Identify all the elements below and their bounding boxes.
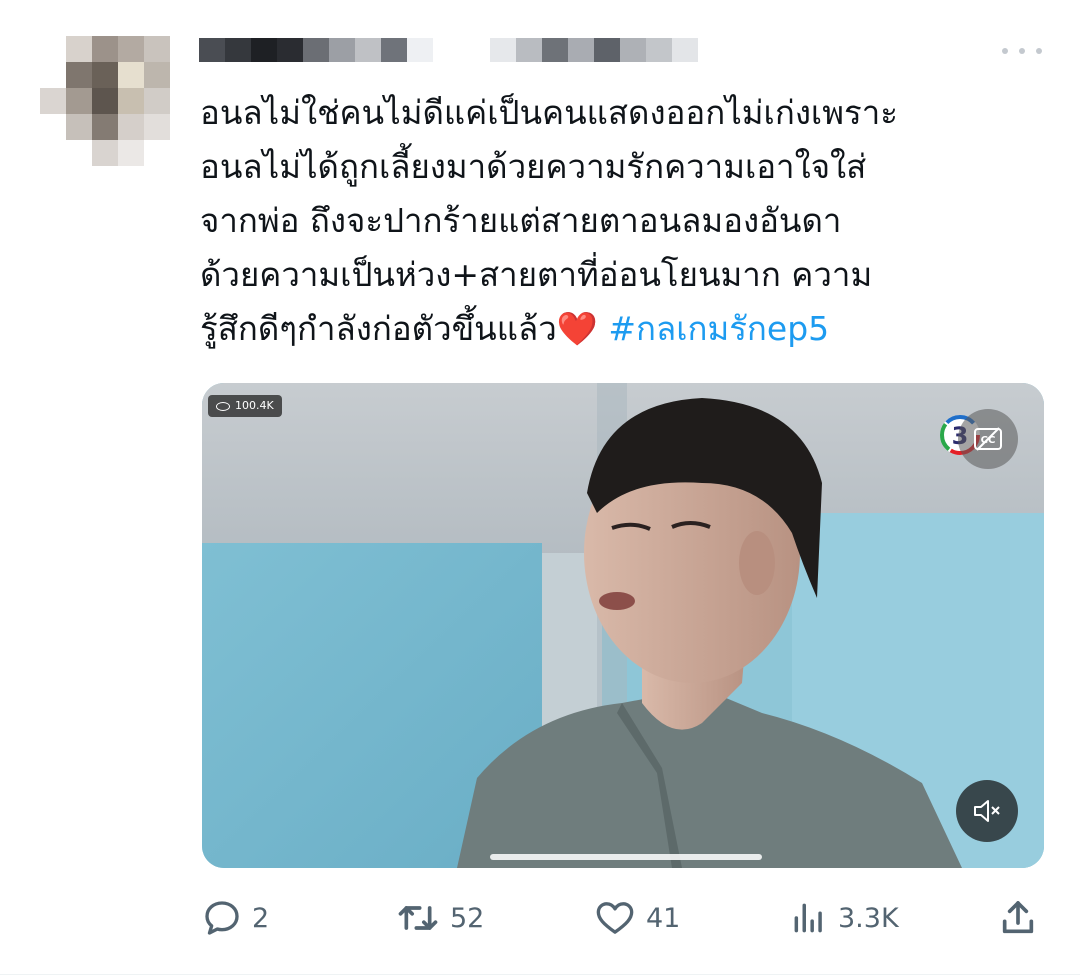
tweet-actions: 2 52 41 3.3K [202, 890, 1048, 946]
eye-icon [216, 401, 230, 411]
retweet-button[interactable]: 52 [396, 890, 484, 946]
dot [1036, 48, 1042, 54]
display-name[interactable] [199, 38, 433, 62]
dot [1019, 48, 1025, 54]
views-badge: 100.4K [208, 395, 282, 417]
tweet-text: อนลไม่ใช่คนไม่ดีแค่เป็นคนแสดงออกไม่เก่งเ… [200, 86, 1060, 356]
user-handle[interactable] [490, 38, 698, 62]
reply-count: 2 [252, 902, 270, 934]
avatar[interactable] [40, 36, 172, 168]
closed-captions-icon: CC [974, 427, 1002, 451]
video-player[interactable]: 100.4K 3 CC [202, 383, 1044, 868]
video-views-count: 100.4K [235, 399, 274, 412]
divider [0, 974, 1080, 975]
tweet-text-line: ด้วยความเป็นห่วง+สายตาที่อ่อนโยนมาก ความ [200, 255, 873, 294]
tweet[interactable]: อนลไม่ใช่คนไม่ดีแค่เป็นคนแสดงออกไม่เก่งเ… [0, 0, 1080, 978]
bar-chart-icon [794, 903, 822, 933]
mute-button[interactable] [956, 780, 1018, 842]
share-button[interactable] [998, 890, 1038, 946]
tweet-text-line-end: รู้สึกดีๆกำลังก่อตัวขึ้นแล้ว [200, 309, 557, 348]
retweet-count: 52 [450, 902, 485, 934]
dot [1002, 48, 1008, 54]
volume-muted-icon [974, 800, 1000, 822]
like-count: 41 [646, 902, 681, 934]
heart-icon [596, 902, 634, 934]
views-button[interactable]: 3.3K [790, 890, 899, 946]
like-button[interactable]: 41 [594, 890, 680, 946]
video-progress-bar[interactable] [490, 854, 762, 860]
share-icon [1002, 901, 1034, 934]
tweet-text-line: อนลไม่ได้ถูกเลี้ยงมาด้วยความรักความเอาใจ… [200, 147, 867, 186]
tweet-text-line: รู้สึกดีๆกำลังก่อตัวขึ้นแล้ว❤️ #กลเกมรัก… [200, 302, 1060, 356]
reply-icon [205, 901, 239, 935]
retweet-icon [398, 906, 438, 930]
hashtag-link[interactable]: #กลเกมรักep5 [608, 309, 829, 348]
tweet-text-line: จากพ่อ ถึงจะปากร้ายแต่สายตาอนลมองอันดา [200, 201, 842, 240]
closed-captions-button[interactable]: CC [958, 409, 1018, 469]
tweet-text-line: อนลไม่ใช่คนไม่ดีแค่เป็นคนแสดงออกไม่เก่งเ… [200, 93, 898, 132]
video-frame [202, 383, 1044, 868]
heart-emoji: ❤️ [556, 309, 598, 348]
views-count: 3.3K [838, 902, 899, 934]
more-options-icon[interactable] [1002, 36, 1042, 66]
reply-button[interactable]: 2 [202, 890, 269, 946]
